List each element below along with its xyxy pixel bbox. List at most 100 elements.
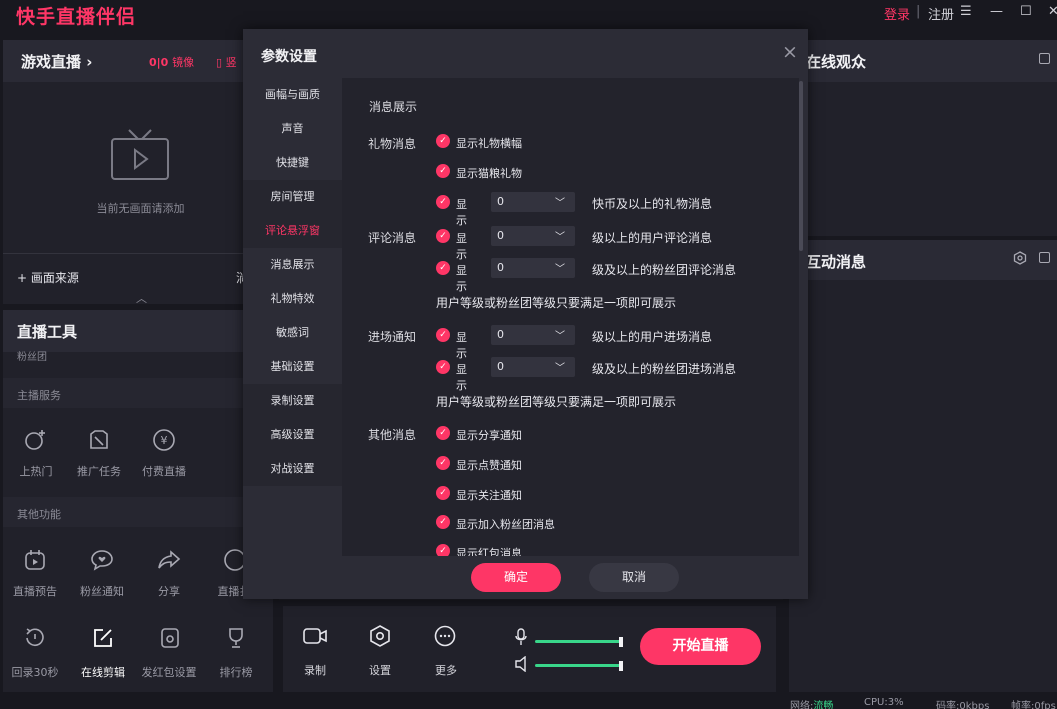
comment-section-label: 评论消息 — [368, 231, 417, 245]
entry-section-label: 进场通知 — [368, 330, 417, 344]
tool-paid-live[interactable]: ¥ 付费直播 — [129, 428, 199, 478]
checkbox-checked-icon[interactable]: ✓ — [436, 456, 450, 470]
popout-icon[interactable] — [1039, 53, 1050, 64]
collapse-icon[interactable]: ︿ — [136, 290, 147, 306]
settings-hex-icon[interactable] — [1013, 251, 1027, 268]
checkbox-checked-icon[interactable]: ✓ — [436, 544, 450, 556]
nav-message-display[interactable]: 消息展示 — [243, 248, 342, 282]
maximize-icon[interactable]: ☐ — [1020, 4, 1032, 19]
promotion-icon — [87, 428, 111, 455]
viewers-title: 在线观众 — [806, 53, 867, 71]
nav-sensitive-words[interactable]: 敏感词 — [243, 316, 342, 350]
checkbox-checked-icon[interactable]: ✓ — [436, 515, 450, 529]
record-label: 录制 — [304, 664, 326, 677]
checkbox-checked-icon[interactable]: ✓ — [436, 164, 450, 178]
red-packet-msg-label: 显示红包消息 — [456, 547, 522, 556]
nav-basic-settings[interactable]: 基础设置 — [243, 350, 342, 384]
chevron-down-icon: ﹀ — [555, 198, 565, 209]
settings-content: 消息展示 礼物消息 ✓ 显示礼物横幅 ✓ 显示猫粮礼物 ✓ 显示 0 ﹀ 快币及… — [342, 78, 799, 556]
checkbox-checked-icon[interactable]: ✓ — [436, 360, 450, 374]
portrait-label: 竖 — [225, 56, 237, 69]
trophy-icon — [224, 626, 248, 653]
nav-comment-overlay[interactable]: 评论悬浮窗 — [243, 214, 342, 248]
entry-user-show-label: 显示 — [456, 331, 467, 360]
edit-icon — [91, 626, 115, 653]
confirm-button[interactable]: 确定 — [471, 563, 561, 592]
tool-share[interactable]: 分享 — [134, 548, 204, 598]
tool-live-preview[interactable]: 直播预告 — [0, 548, 70, 598]
game-live-panel: 游戏直播 › 0|0 镜像 ▯ 竖 当前无画面请添加 + 画面来源 淌 ︿ — [3, 40, 273, 306]
checkbox-checked-icon[interactable]: ✓ — [436, 486, 450, 500]
comment-fans-level-dropdown[interactable]: 0 ﹀ — [491, 258, 575, 278]
portrait-button[interactable]: ▯ 竖 — [216, 54, 237, 70]
scrollbar-thumb[interactable] — [799, 81, 803, 251]
add-source-button[interactable]: + 画面来源 — [17, 269, 79, 286]
close-window-icon[interactable]: ✕ — [1048, 4, 1057, 19]
tool-boost-label: 上热门 — [19, 465, 53, 478]
tool-fan-notify[interactable]: 粉丝通知 — [67, 548, 137, 598]
chevron-down-icon: ﹀ — [555, 264, 565, 275]
nav-room-manage[interactable]: 房间管理 — [243, 180, 342, 214]
fans-group-cut[interactable]: 粉丝团 — [17, 348, 47, 363]
dialog-close-icon[interactable]: × — [782, 41, 798, 63]
nav-audio[interactable]: 声音 — [243, 112, 342, 146]
mic-icon[interactable] — [515, 628, 527, 649]
speaker-volume-knob[interactable] — [619, 661, 623, 671]
bitrate-status: 码率:0kbps — [936, 701, 990, 709]
login-link[interactable]: 登录 — [884, 4, 910, 23]
checkbox-checked-icon[interactable]: ✓ — [436, 261, 450, 275]
share-icon — [157, 548, 181, 575]
speaker-icon[interactable] — [515, 655, 529, 675]
nav-record-settings[interactable]: 录制设置 — [243, 384, 342, 418]
camera-icon — [303, 628, 327, 649]
speaker-volume-slider[interactable] — [535, 661, 625, 671]
nav-hotkeys[interactable]: 快捷键 — [243, 146, 342, 180]
comment-level-note: 用户等级或粉丝团等级只要满足一项即可展示 — [436, 296, 677, 310]
host-service-section: 主播服务 — [3, 378, 273, 408]
menu-icon[interactable]: ☰ — [960, 4, 972, 19]
minimize-icon[interactable]: — — [990, 4, 1003, 19]
tool-red-packet-label: 发红包设置 — [141, 666, 197, 679]
cpu-status: CPU:3% — [864, 697, 904, 708]
comment-user-level-dropdown[interactable]: 0 ﹀ — [491, 226, 575, 246]
follow-notify-label: 显示关注通知 — [456, 489, 522, 502]
cancel-button[interactable]: 取消 — [589, 563, 679, 592]
tool-fan-notify-label: 粉丝通知 — [80, 585, 124, 598]
settings-button[interactable] — [369, 625, 391, 650]
register-link[interactable]: 注册 — [928, 4, 954, 23]
tool-replay-30s[interactable]: 回录30秒 — [0, 626, 70, 679]
tool-red-packet[interactable]: 发红包设置 — [134, 626, 204, 679]
start-live-button[interactable]: 开始直播 — [640, 628, 761, 665]
checkbox-checked-icon[interactable]: ✓ — [436, 134, 450, 148]
entry-fans-level-dropdown[interactable]: 0 ﹀ — [491, 357, 575, 377]
checkbox-checked-icon[interactable]: ✓ — [436, 229, 450, 243]
tool-online-edit[interactable]: 在线剪辑 — [68, 626, 138, 679]
tool-leaderboard[interactable]: 排行榜 — [201, 626, 271, 679]
network-status: 网络:流畅 — [790, 697, 833, 709]
mic-volume-knob[interactable] — [619, 637, 623, 647]
nav-resolution[interactable]: 画幅与画质 — [243, 78, 342, 112]
checkbox-checked-icon[interactable]: ✓ — [436, 195, 450, 209]
nav-gift-effects[interactable]: 礼物特效 — [243, 282, 342, 316]
more-button[interactable] — [434, 625, 456, 650]
game-panel-title[interactable]: 游戏直播 › — [21, 51, 92, 72]
checkbox-checked-icon[interactable]: ✓ — [436, 426, 450, 440]
nav-advanced-settings[interactable]: 高级设置 — [243, 418, 342, 452]
tv-icon — [111, 128, 169, 180]
mirror-button[interactable]: 0|0 镜像 — [149, 54, 194, 70]
entry-user-level-dropdown[interactable]: 0 ﹀ — [491, 325, 575, 345]
mic-volume-slider[interactable] — [535, 637, 625, 647]
dialog-title: 参数设置 — [261, 49, 317, 65]
fps-status: 帧率:0fps — [1011, 701, 1056, 709]
entry-fans-show-label: 显示 — [456, 363, 467, 392]
nav-battle-settings[interactable]: 对战设置 — [243, 452, 342, 486]
tool-promotion[interactable]: 推广任务 — [64, 428, 134, 478]
record-button[interactable] — [303, 626, 327, 649]
game-panel-header: 游戏直播 › 0|0 镜像 ▯ 竖 — [3, 40, 273, 82]
tool-boost[interactable]: 上热门 — [1, 428, 71, 478]
join-fans-label: 显示加入粉丝团消息 — [456, 518, 555, 531]
gift-threshold-dropdown[interactable]: 0 ﹀ — [491, 192, 575, 212]
popout-icon[interactable] — [1039, 252, 1050, 263]
checkbox-checked-icon[interactable]: ✓ — [436, 328, 450, 342]
red-packet-icon — [158, 626, 182, 653]
